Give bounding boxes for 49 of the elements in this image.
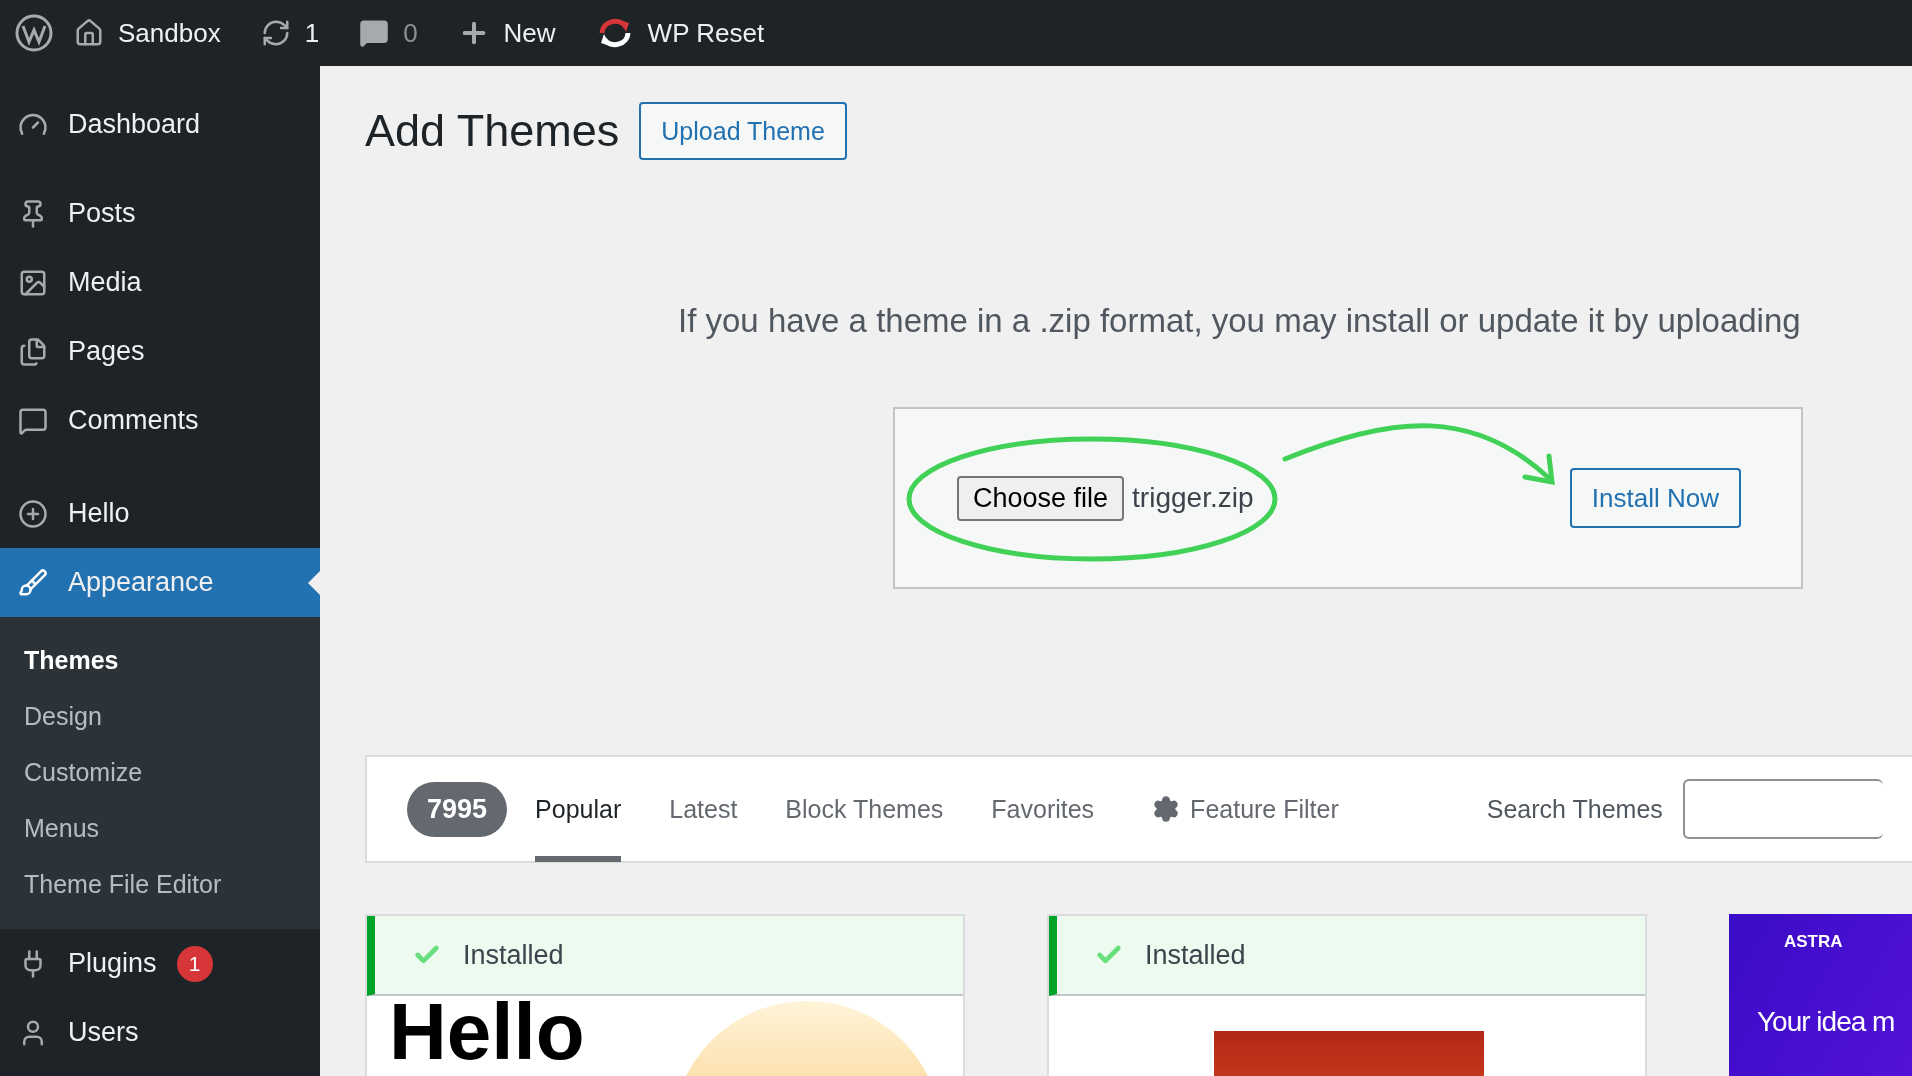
theme-card[interactable]: Installed bbox=[1047, 914, 1647, 1076]
sidebar-item[interactable]: Dashboard bbox=[0, 90, 320, 159]
notice-text: Installed bbox=[463, 939, 564, 971]
sidebar-item[interactable]: Media bbox=[0, 248, 320, 317]
pages-icon bbox=[18, 336, 48, 367]
count-badge: 1 bbox=[176, 945, 213, 982]
logo-icon[interactable] bbox=[14, 13, 54, 53]
sidebar-item[interactable]: Pages bbox=[0, 317, 320, 386]
hello-icon bbox=[18, 498, 48, 529]
admin-bar-item[interactable]: New bbox=[437, 0, 576, 66]
sidebar-item[interactable]: Plugins 1 bbox=[0, 929, 320, 998]
thumbnail-title: Hello bbox=[389, 986, 585, 1076]
submenu-item[interactable]: Design bbox=[0, 689, 320, 745]
filter-tab[interactable]: Latest bbox=[669, 756, 738, 862]
feature-filter-button[interactable]: Feature Filter bbox=[1152, 794, 1339, 824]
filter-tab[interactable]: Favorites bbox=[991, 756, 1095, 862]
admin-bar-item[interactable]: WP Reset bbox=[575, 0, 785, 66]
filter-tab[interactable]: Block Themes bbox=[785, 756, 944, 862]
sidebar-item[interactable]: Appearance bbox=[0, 548, 320, 617]
sidebar-item[interactable]: Posts bbox=[0, 179, 320, 248]
install-now-button[interactable]: Install Now bbox=[1569, 468, 1741, 528]
theme-card[interactable]: Installed Hello bbox=[365, 914, 965, 1076]
notice-text: Installed bbox=[1145, 939, 1246, 971]
thumbnail-title: Your idea m bbox=[1757, 1006, 1895, 1038]
submenu-item[interactable]: Theme File Editor bbox=[0, 857, 320, 913]
admin-bar-item[interactable]: 1 bbox=[240, 0, 340, 66]
sidebar-item[interactable]: Hello bbox=[0, 479, 320, 548]
admin-bar-item[interactable]: 0 bbox=[339, 0, 438, 66]
upload-description: If you have a theme in a .zip format, you may install or update it by uploading bbox=[678, 302, 1802, 340]
theme-count: 7995 bbox=[407, 781, 508, 837]
file-name: trigger.zip bbox=[1132, 482, 1254, 514]
submenu-item[interactable]: Menus bbox=[0, 801, 320, 857]
submenu-item[interactable]: Customize bbox=[0, 745, 320, 801]
theme-card[interactable]: ASTRA Your idea m bbox=[1729, 914, 1912, 1076]
upload-theme-button[interactable]: Upload Theme bbox=[639, 102, 847, 160]
gear-icon bbox=[1152, 795, 1181, 823]
submenu-item[interactable]: Themes bbox=[0, 633, 320, 689]
admin-bar-item[interactable]: Sandbox bbox=[54, 0, 241, 66]
sidebar-item[interactable]: Comments bbox=[0, 386, 320, 455]
search-field[interactable] bbox=[1682, 779, 1883, 839]
search-label: Search Themes bbox=[1486, 794, 1663, 824]
speech-bubble-icon bbox=[359, 18, 390, 48]
filter-tab[interactable]: Popular bbox=[535, 756, 622, 862]
choose-file-button[interactable]: Choose file bbox=[957, 475, 1125, 521]
sidebar-item[interactable]: Users bbox=[0, 998, 320, 1067]
brand-name: ASTRA bbox=[1784, 932, 1843, 952]
page-title: Add Themes bbox=[365, 105, 620, 157]
appearance-icon bbox=[18, 567, 48, 598]
home-icon bbox=[74, 18, 104, 48]
